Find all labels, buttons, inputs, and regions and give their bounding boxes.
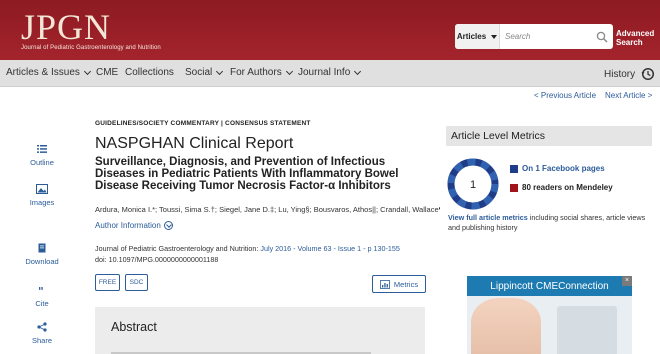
- sdc-badge[interactable]: SDC: [125, 274, 148, 291]
- chevron-down-icon: [285, 67, 293, 75]
- ad-close-icon[interactable]: ×: [622, 276, 632, 286]
- nav-history[interactable]: History: [604, 67, 655, 81]
- nav-for-authors[interactable]: For Authors: [230, 67, 293, 78]
- ad-device-image: [557, 306, 617, 354]
- nav-label: Articles & Issues: [6, 67, 80, 78]
- ad-banner: Lippincott CMEConnection: [467, 276, 632, 296]
- tool-images[interactable]: Images: [22, 184, 62, 207]
- previous-article-link[interactable]: < Previous Article: [534, 91, 596, 100]
- advanced-search-link[interactable]: Advanced Search: [616, 29, 656, 47]
- chevron-down-icon: [216, 67, 224, 75]
- facebook-square-icon: [510, 164, 518, 173]
- article-level-metrics-header: Article Level Metrics: [446, 126, 652, 146]
- bar-chart-icon: [380, 279, 390, 289]
- chevron-down-icon: [354, 67, 362, 75]
- site-header: JPGN Journal of Pediatric Gastroenterolo…: [0, 0, 660, 60]
- article-subtitle: Surveillance, Diagnosis, and Prevention …: [95, 156, 399, 192]
- view-full-metrics-link[interactable]: View full article metrics: [448, 213, 528, 222]
- full-metrics-text: View full article metrics including soci…: [448, 213, 658, 233]
- nav-journal-info[interactable]: Journal Info: [298, 67, 362, 78]
- tool-label: Cite: [35, 299, 49, 308]
- advanced-search-label: Advanced Search: [616, 29, 655, 47]
- tool-share[interactable]: Share: [22, 322, 62, 345]
- tool-download[interactable]: Download: [22, 243, 62, 266]
- search-button[interactable]: [591, 24, 613, 49]
- outline-icon: [37, 145, 47, 153]
- metrics-button[interactable]: Metrics: [372, 275, 426, 293]
- nav-articles-issues[interactable]: Articles & Issues: [6, 67, 91, 78]
- nav-label: For Authors: [230, 67, 282, 78]
- page: JPGN Journal of Pediatric Gastroenterolo…: [0, 0, 660, 354]
- search-scope-label: Articles: [456, 32, 487, 41]
- search-scope-select[interactable]: Articles: [455, 24, 500, 49]
- ad-product: CMEConnection: [535, 280, 609, 292]
- chevron-down-icon: [83, 67, 91, 75]
- search-icon: [596, 31, 608, 43]
- citation-doi: doi: 10.1097/MPG.0000000000001188: [95, 255, 219, 264]
- search-input[interactable]: [501, 24, 593, 49]
- nav-collections[interactable]: Collections: [125, 67, 174, 78]
- nav-label: Collections: [125, 67, 174, 78]
- search-bar: Articles: [455, 24, 613, 49]
- author-information-label: Author Information: [95, 221, 161, 230]
- nav-label: CME: [96, 67, 119, 78]
- nav-label: Journal Info: [298, 67, 351, 78]
- tool-label: Share: [31, 336, 52, 345]
- tool-label: Download: [25, 257, 59, 266]
- author-information-toggle[interactable]: Author Information: [95, 221, 173, 230]
- citation-issue-link[interactable]: July 2016 - Volume 63 - Issue 1 - p 130-…: [260, 244, 399, 253]
- article-title: NASPGHAN Clinical Report: [95, 135, 294, 152]
- mendeley-square-icon: [510, 183, 518, 192]
- abstract-heading: Abstract: [111, 320, 157, 334]
- tool-label: Outline: [30, 158, 54, 167]
- tool-cite[interactable]: " Cite: [22, 285, 62, 308]
- image-icon: [36, 184, 48, 194]
- facebook-metric-label: On 1 Facebook pages: [522, 164, 605, 173]
- nav-label: History: [604, 68, 636, 80]
- altmetric-donut[interactable]: 1: [447, 158, 499, 210]
- quote-icon: ": [38, 285, 44, 295]
- journal-logo[interactable]: JPGN Journal of Pediatric Gastroenterolo…: [21, 9, 161, 51]
- citation-journal: Journal of Pediatric Gastroenterology an…: [95, 244, 259, 253]
- nav-label: Social: [185, 67, 213, 78]
- altmetric-score: 1: [470, 179, 476, 191]
- free-badge: FREE: [95, 274, 120, 291]
- download-icon: [38, 243, 46, 253]
- advertisement[interactable]: Lippincott CMEConnection ×: [467, 276, 632, 354]
- facebook-metric[interactable]: On 1 Facebook pages: [510, 164, 605, 173]
- article-category: GUIDELINES/SOCIETY COMMENTARY | CONSENSU…: [95, 120, 311, 127]
- logo-text: JPGN: [21, 7, 112, 47]
- tool-outline[interactable]: Outline: [22, 144, 62, 167]
- nav-cme[interactable]: CME: [96, 67, 118, 78]
- abstract-section: Abstract: [95, 307, 425, 354]
- tool-label: Images: [29, 198, 55, 207]
- article-level-metrics-title: Article Level Metrics: [451, 130, 545, 142]
- logo-subtitle: Journal of Pediatric Gastroenterology an…: [21, 45, 161, 51]
- nav-social[interactable]: Social: [185, 67, 224, 78]
- caret-down-icon: [491, 34, 498, 39]
- ad-brand: Lippincott: [490, 280, 534, 292]
- citation: Journal of Pediatric Gastroenterology an…: [95, 243, 400, 265]
- svg-text:": ": [38, 285, 44, 295]
- history-icon: [641, 67, 655, 81]
- author-list: Ardura, Monica I.*; Toussi, Sima S.†; Si…: [95, 205, 440, 214]
- chevron-circle-down-icon: [163, 221, 173, 230]
- share-icon: [37, 322, 47, 332]
- metrics-label: Metrics: [393, 279, 419, 289]
- mendeley-metric[interactable]: 80 readers on Mendeley: [510, 183, 613, 192]
- main-nav: Articles & Issues CME Collections Social…: [0, 60, 660, 87]
- ad-photo: [471, 298, 541, 354]
- next-article-link[interactable]: Next Article >: [605, 91, 652, 100]
- mendeley-metric-label: 80 readers on Mendeley: [522, 183, 613, 192]
